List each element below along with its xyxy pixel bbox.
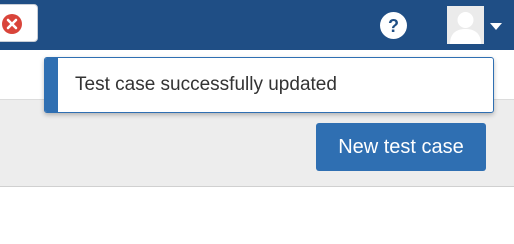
top-navigation-bar: ? [0, 0, 514, 50]
success-notification: Test case successfully updated [44, 57, 494, 113]
notification-message: Test case successfully updated [75, 74, 337, 95]
action-toolbar: New test case [0, 100, 514, 187]
new-test-case-button[interactable]: New test case [316, 123, 486, 171]
notification-accent-bar [45, 58, 58, 112]
help-icon: ? [388, 15, 399, 36]
chevron-down-icon [490, 23, 502, 30]
help-button[interactable]: ? [380, 12, 407, 39]
user-avatar-icon [447, 6, 484, 44]
user-menu[interactable] [447, 6, 505, 44]
close-button[interactable] [0, 4, 38, 42]
close-icon [2, 14, 22, 34]
